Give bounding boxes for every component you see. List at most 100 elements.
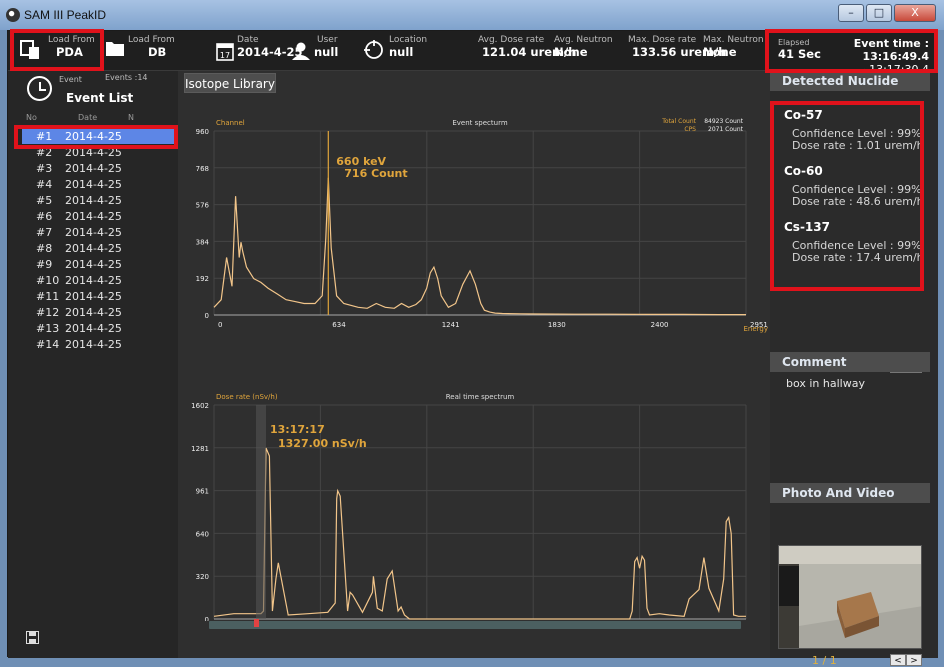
- app-icon: [6, 8, 20, 22]
- photo-pager-buttons: < >: [890, 654, 922, 666]
- y-tick-label: 384: [196, 238, 210, 246]
- event-number: #14: [36, 337, 60, 351]
- location-value: null: [389, 45, 414, 59]
- event-date: 2014-4-25: [65, 337, 122, 351]
- selected-time-label: 13:17:17: [270, 423, 325, 436]
- event-count: Events :14: [105, 73, 148, 82]
- y-tick-label: 576: [196, 202, 210, 210]
- x-tick-label: 1241: [442, 321, 460, 329]
- selection-band: [256, 405, 266, 619]
- y-tick-label: 320: [196, 573, 209, 581]
- photo-image: [779, 546, 921, 648]
- y-axis-label: Channel: [216, 119, 245, 127]
- column-date: Date: [78, 113, 98, 122]
- y-tick-label: 192: [196, 275, 209, 283]
- y-tick-label: 961: [196, 488, 209, 496]
- comment-text: box in hallway: [786, 377, 865, 390]
- event-date: 2014-4-25: [65, 241, 122, 255]
- event-number: #13: [36, 321, 60, 335]
- event-row[interactable]: #6 2014-4-25: [22, 208, 174, 224]
- user-label: User: [317, 35, 338, 45]
- total-count-label: Total Count: [661, 118, 696, 125]
- event-date: 2014-4-25: [65, 177, 122, 191]
- event-number: #9: [36, 257, 53, 271]
- avg-neutron-label: Avg. Neutron: [554, 35, 613, 45]
- event-row[interactable]: #7 2014-4-25: [22, 224, 174, 240]
- window-titlebar: SAM III PeakID – □ X: [0, 0, 944, 30]
- peak-count-label: 716 Count: [344, 167, 407, 180]
- selected-dose-label: 1327.00 nSv/h: [278, 437, 367, 450]
- x-tick-label: 2951: [750, 321, 768, 329]
- event-number: #8: [36, 241, 53, 255]
- y-tick-label: 640: [196, 530, 209, 538]
- maximize-button[interactable]: □: [866, 4, 892, 22]
- event-row[interactable]: #11 2014-4-25: [22, 288, 174, 304]
- event-row[interactable]: #5 2014-4-25: [22, 192, 174, 208]
- event-date: 2014-4-25: [65, 257, 122, 271]
- event-number: #5: [36, 193, 53, 207]
- load-db-value: DB: [148, 45, 167, 59]
- x-tick-label: 634: [332, 321, 346, 329]
- y-tick-label: 960: [196, 128, 209, 136]
- highlight-event-1: [14, 125, 178, 149]
- photo-pager-label: 1 / 1: [812, 654, 837, 667]
- event-row[interactable]: #13 2014-4-25: [22, 320, 174, 336]
- y-tick-label: 0: [205, 312, 209, 320]
- chart-title: Event specturm: [452, 119, 507, 127]
- event-number: #3: [36, 161, 53, 175]
- event-date: 2014-4-25: [65, 193, 122, 207]
- highlight-load-pda: [10, 29, 104, 71]
- load-db-label: Load From: [128, 35, 175, 45]
- y-tick-label: 1602: [191, 402, 209, 410]
- event-row[interactable]: #3 2014-4-25: [22, 160, 174, 176]
- save-icon[interactable]: [26, 631, 39, 644]
- cps-label: CPS: [684, 126, 696, 133]
- calendar-day: 17: [220, 51, 230, 60]
- folder-icon: [106, 42, 124, 56]
- chart-title: Real time spectrum: [446, 393, 515, 401]
- location-crosshair-icon: [364, 40, 383, 59]
- event-row[interactable]: #10 2014-4-25: [22, 272, 174, 288]
- event-row[interactable]: #9 2014-4-25: [22, 256, 174, 272]
- isotope-library-button[interactable]: Isotope Library: [184, 73, 276, 93]
- event-spectrum-chart: Channel Event specturmEnergyTotal Count 84…: [196, 118, 768, 333]
- calendar-icon: 17: [216, 43, 234, 61]
- y-tick-label: 0: [205, 616, 209, 621]
- photo-next-button[interactable]: >: [906, 654, 922, 666]
- event-number: #10: [36, 273, 60, 287]
- event-row[interactable]: #14 2014-4-25: [22, 336, 174, 352]
- photo-thumbnail[interactable]: [778, 545, 922, 649]
- detected-nuclide-header: Detected Nuclide: [770, 71, 930, 91]
- timeline-scroll-thumb[interactable]: [254, 619, 259, 627]
- column-no: No: [26, 113, 37, 122]
- comment-header: Comment: [770, 352, 930, 372]
- x-tick-label: 1830: [548, 321, 566, 329]
- load-from-db-button[interactable]: Load From DB: [103, 33, 183, 67]
- clock-icon: [27, 76, 52, 101]
- minimize-button[interactable]: –: [838, 4, 864, 22]
- event-number: #6: [36, 209, 53, 223]
- photo-video-header: Photo And Video: [770, 483, 930, 503]
- photo-prev-button[interactable]: <: [890, 654, 906, 666]
- timeline-scrollbar[interactable]: [209, 619, 741, 629]
- event-row[interactable]: #4 2014-4-25: [22, 176, 174, 192]
- x-tick-label: 0: [218, 321, 222, 329]
- user-icon: [292, 42, 310, 60]
- event-row[interactable]: #8 2014-4-25: [22, 240, 174, 256]
- event-row[interactable]: #12 2014-4-25: [22, 304, 174, 320]
- event-number: #11: [36, 289, 60, 303]
- location-label: Location: [389, 35, 428, 45]
- event-list-panel: Event Events :14 Event List No Date N #1…: [8, 71, 178, 658]
- max-neutron-label: Max. Neutron: [703, 35, 764, 45]
- series-line: [213, 177, 746, 316]
- cps-value: 2071 Count: [708, 126, 744, 133]
- column-n: N: [128, 113, 134, 122]
- y-tick-label: 1281: [191, 445, 209, 453]
- event-date: 2014-4-25: [65, 305, 122, 319]
- window-title: SAM III PeakID: [24, 8, 107, 22]
- highlight-detected-nuclide: [770, 101, 924, 291]
- close-button[interactable]: X: [894, 4, 936, 22]
- x-tick-label: 2400: [651, 321, 669, 329]
- y-tick-label: 768: [196, 165, 209, 173]
- event-date: 2014-4-25: [65, 161, 122, 175]
